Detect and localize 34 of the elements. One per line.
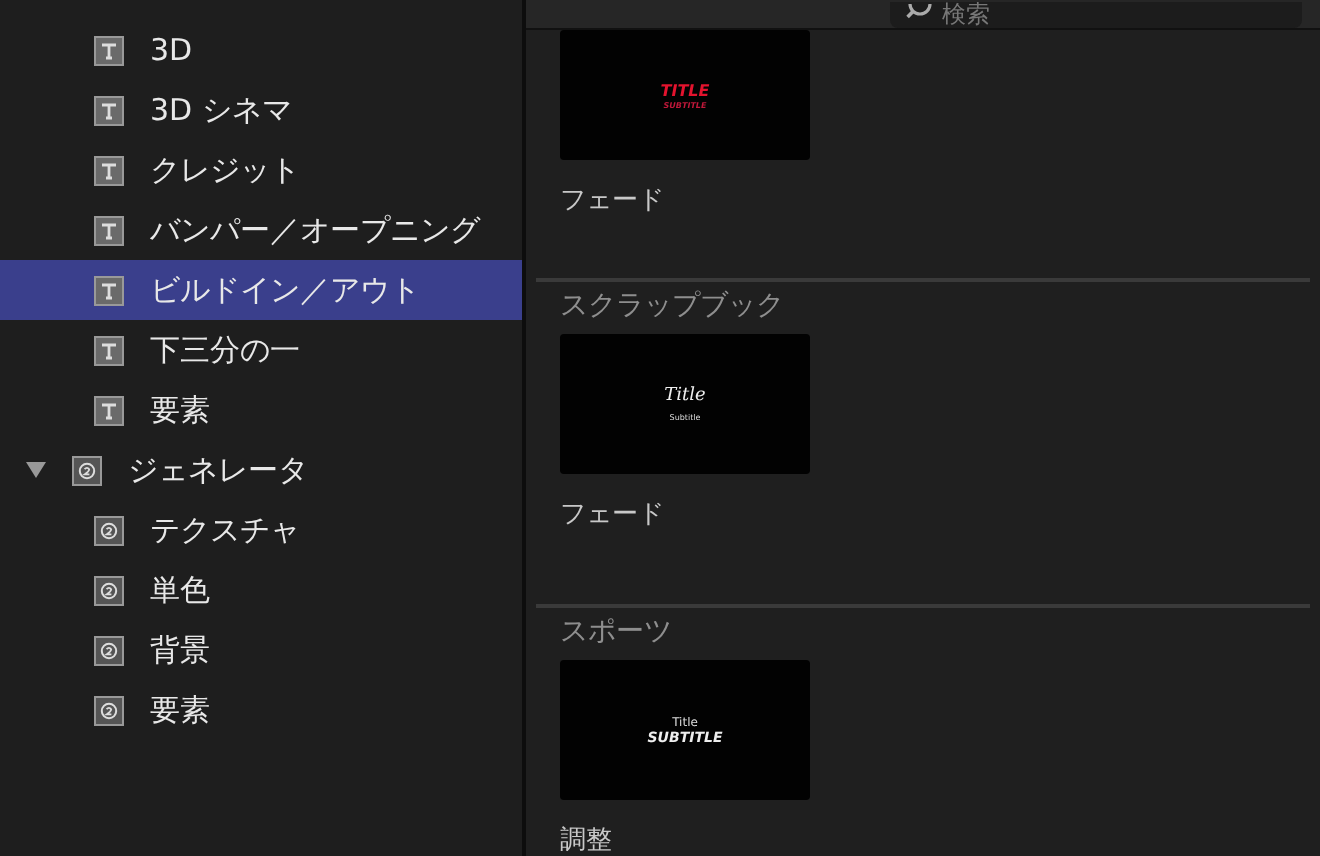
sidebar-item[interactable]: 要素	[0, 380, 522, 440]
sidebar-item[interactable]: ビルドイン／アウト	[0, 260, 522, 320]
text-icon	[94, 275, 124, 305]
generator-icon	[94, 695, 124, 725]
sidebar-item[interactable]: ジェネレータ	[0, 440, 522, 500]
sidebar-item[interactable]: バンパー／オープニング	[0, 200, 522, 260]
sidebar-item[interactable]: 3D	[0, 20, 522, 80]
thumbnail-label: フェード	[560, 498, 666, 532]
text-icon	[94, 335, 124, 365]
generator-icon	[72, 455, 102, 485]
thumbnail-label: 調整	[560, 824, 614, 856]
text-icon	[94, 95, 124, 125]
sidebar-item[interactable]: 要素	[0, 680, 522, 740]
section-header: スポーツ	[560, 614, 674, 652]
generator-icon	[94, 515, 124, 545]
generator-icon	[94, 635, 124, 665]
text-icon	[94, 395, 124, 425]
sidebar-item[interactable]: クレジット	[0, 140, 522, 200]
thumbnail-title: Title	[664, 386, 706, 406]
generator-icon	[94, 575, 124, 605]
text-icon	[94, 155, 124, 185]
thumbnail-title: TITLE	[660, 81, 710, 99]
sidebar-item[interactable]: 3D シネマ	[0, 80, 522, 140]
search-field[interactable]: 検索	[890, 2, 1302, 28]
sidebar-item[interactable]: テクスチャ	[0, 500, 522, 560]
sidebar-item[interactable]: 背景	[0, 620, 522, 680]
section-header: スクラップブック	[560, 288, 786, 326]
text-icon	[94, 215, 124, 245]
sidebar-item[interactable]: 単色	[0, 560, 522, 620]
sidebar-item[interactable]: 下三分の一	[0, 320, 522, 380]
disclosure-triangle-icon[interactable]	[26, 462, 46, 478]
search-icon	[906, 4, 938, 24]
thumbnail-label: フェード	[560, 184, 666, 218]
text-icon	[94, 35, 124, 65]
